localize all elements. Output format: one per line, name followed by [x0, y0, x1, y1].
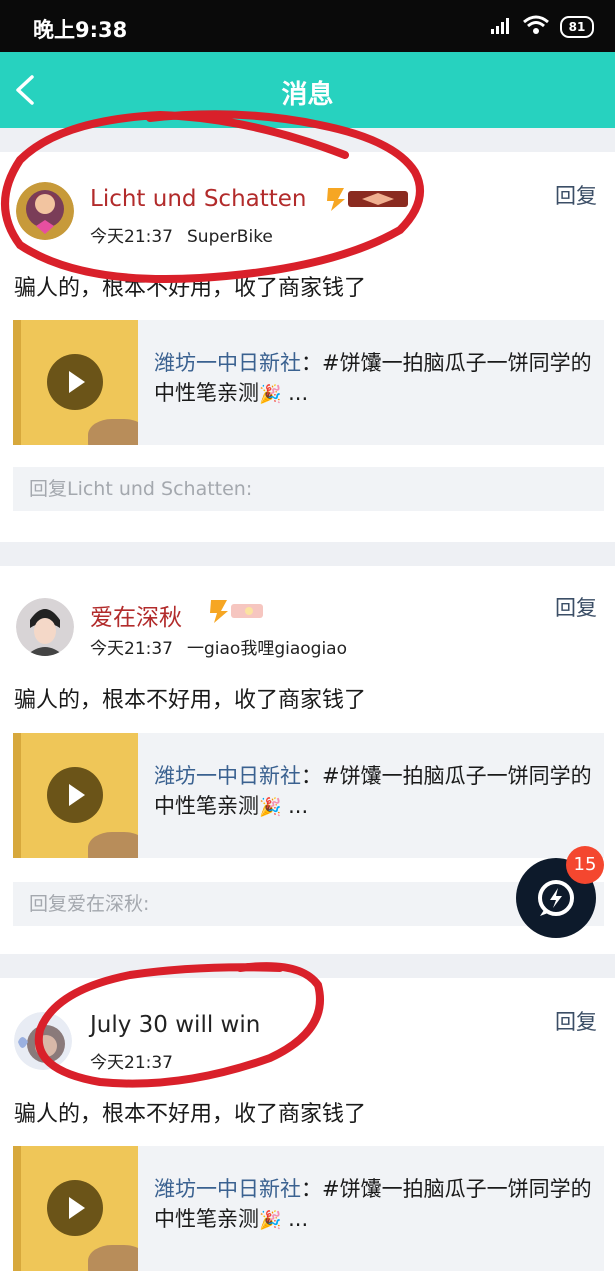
source-link[interactable]: 潍坊一中日新社: [154, 1177, 301, 1201]
message-content: 骗人的，根本不好用，收了商家钱了: [14, 1102, 367, 1127]
referenced-post[interactable]: 潍坊一中日新社：#饼馕一拍脑瓜子一饼同学的中性笔亲测🎉 ...: [13, 733, 604, 858]
post-meta: 今天21:37 SuperBike: [90, 222, 273, 247]
message-content: 骗人的，根本不好用，收了商家钱了: [14, 688, 367, 713]
username[interactable]: July 30 will win: [90, 1012, 260, 1038]
post-time: 今天21:37: [90, 639, 173, 659]
vip-badge-icon: [327, 188, 408, 211]
wifi-icon: [523, 15, 549, 34]
source-link[interactable]: 潍坊一中日新社: [154, 351, 301, 375]
signal-icon: [491, 18, 509, 34]
party-popper-icon: 🎉: [259, 384, 282, 405]
post-time: 今天21:37: [90, 227, 173, 247]
reply-button[interactable]: 回复: [555, 592, 597, 622]
post-meta: 今天21:37 一giao我哩giaogiao: [90, 634, 347, 659]
referenced-post[interactable]: 潍坊一中日新社：#饼馕一拍脑瓜子一饼同学的中性笔亲测🎉 ...: [13, 320, 604, 445]
page-title: 消息: [281, 80, 334, 110]
reply-input[interactable]: 回复Licht und Schatten:: [13, 467, 604, 511]
video-thumbnail[interactable]: [13, 1146, 138, 1271]
party-popper-icon: 🎉: [259, 797, 282, 818]
source-link[interactable]: 潍坊一中日新社: [154, 764, 301, 788]
avatar[interactable]: [16, 598, 74, 656]
post-meta: 今天21:37: [90, 1048, 173, 1073]
referenced-post-text: 潍坊一中日新社：#饼馕一拍脑瓜子一饼同学的中性笔亲测🎉 ...: [154, 348, 594, 410]
play-icon[interactable]: [47, 1180, 103, 1236]
video-thumbnail[interactable]: [13, 320, 138, 445]
play-icon[interactable]: [47, 354, 103, 410]
message-card: July 30 will win 今天21:37 回复 骗人的，根本不好用，收了…: [0, 978, 615, 1280]
vip-badge-icon: [210, 600, 263, 623]
message-card: Licht und Schatten 今天21:37 SuperBike 回复 骗…: [0, 152, 615, 542]
status-bar: 晚上9:38 81: [0, 0, 615, 52]
battery-icon: 81: [560, 16, 594, 38]
party-popper-icon: 🎉: [259, 1210, 282, 1231]
notification-badge: 15: [566, 846, 604, 884]
avatar[interactable]: [16, 182, 74, 240]
reply-button[interactable]: 回复: [555, 1006, 597, 1036]
referenced-post-text: 潍坊一中日新社：#饼馕一拍脑瓜子一饼同学的中性笔亲测🎉 ...: [154, 1174, 594, 1236]
user-subtitle: 一giao我哩giaogiao: [187, 639, 347, 659]
status-time: 晚上9:38: [33, 18, 128, 42]
username[interactable]: 爱在深秋: [90, 598, 182, 632]
play-icon[interactable]: [47, 767, 103, 823]
avatar[interactable]: [14, 1012, 72, 1070]
header: 消息: [0, 52, 615, 128]
video-thumbnail[interactable]: [13, 733, 138, 858]
user-subtitle: SuperBike: [187, 227, 273, 247]
username[interactable]: Licht und Schatten: [90, 186, 307, 212]
message-content: 骗人的，根本不好用，收了商家钱了: [14, 276, 367, 301]
reply-button[interactable]: 回复: [555, 180, 597, 210]
referenced-post[interactable]: 潍坊一中日新社：#饼馕一拍脑瓜子一饼同学的中性笔亲测🎉 ...: [13, 1146, 604, 1271]
referenced-post-text: 潍坊一中日新社：#饼馕一拍脑瓜子一饼同学的中性笔亲测🎉 ...: [154, 761, 594, 823]
post-time: 今天21:37: [90, 1053, 173, 1073]
